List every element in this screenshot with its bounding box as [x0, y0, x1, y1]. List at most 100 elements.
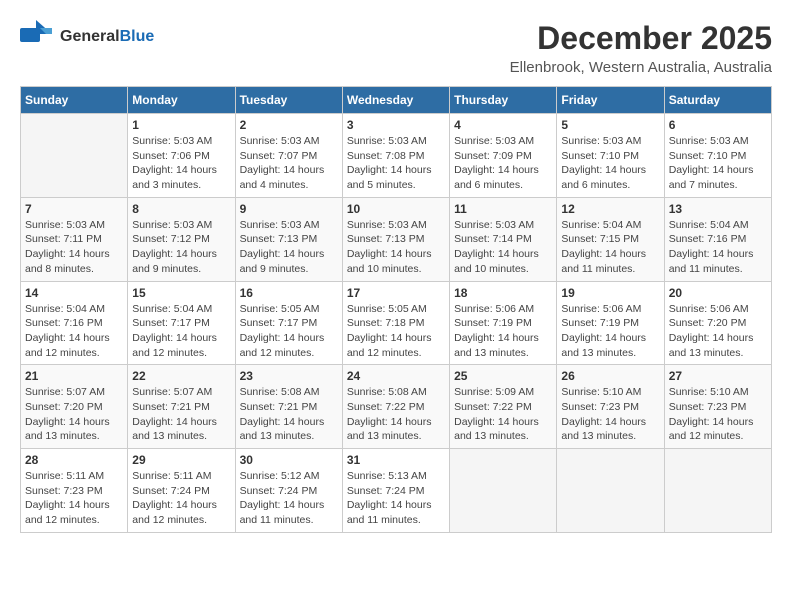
day-number: 11: [454, 202, 552, 216]
day-info: Sunrise: 5:04 AMSunset: 7:17 PMDaylight:…: [132, 303, 217, 359]
calendar-cell: 11 Sunrise: 5:03 AMSunset: 7:14 PMDayligh…: [450, 197, 557, 281]
day-number: 15: [132, 286, 230, 300]
day-number: 20: [669, 286, 767, 300]
day-number: 14: [25, 286, 123, 300]
day-number: 27: [669, 369, 767, 383]
calendar-cell: 31 Sunrise: 5:13 AMSunset: 7:24 PMDayligh…: [342, 449, 449, 533]
day-number: 10: [347, 202, 445, 216]
day-number: 2: [240, 118, 338, 132]
day-number: 5: [561, 118, 659, 132]
calendar-cell: 27 Sunrise: 5:10 AMSunset: 7:23 PMDayligh…: [664, 365, 771, 449]
header-cell-tuesday: Tuesday: [235, 87, 342, 114]
day-info: Sunrise: 5:11 AMSunset: 7:23 PMDaylight:…: [25, 470, 110, 526]
calendar-cell: [664, 449, 771, 533]
day-info: Sunrise: 5:06 AMSunset: 7:20 PMDaylight:…: [669, 303, 754, 359]
day-info: Sunrise: 5:03 AMSunset: 7:07 PMDaylight:…: [240, 135, 325, 191]
day-number: 25: [454, 369, 552, 383]
calendar-cell: 3Sunrise: 5:03 AMSunset: 7:08 PMDaylight…: [342, 114, 449, 198]
calendar-cell: 28 Sunrise: 5:11 AMSunset: 7:23 PMDayligh…: [21, 449, 128, 533]
calendar-cell: 10 Sunrise: 5:03 AMSunset: 7:13 PMDayligh…: [342, 197, 449, 281]
header-row: SundayMondayTuesdayWednesdayThursdayFrid…: [21, 87, 772, 114]
day-number: 26: [561, 369, 659, 383]
day-info: Sunrise: 5:03 AMSunset: 7:10 PMDaylight:…: [669, 135, 754, 191]
calendar-cell: 20 Sunrise: 5:06 AMSunset: 7:20 PMDayligh…: [664, 281, 771, 365]
day-info: Sunrise: 5:03 AMSunset: 7:14 PMDaylight:…: [454, 219, 539, 275]
calendar-cell: 7Sunrise: 5:03 AMSunset: 7:11 PMDaylight…: [21, 197, 128, 281]
day-info: Sunrise: 5:10 AMSunset: 7:23 PMDaylight:…: [669, 386, 754, 442]
day-number: 12: [561, 202, 659, 216]
calendar-header: SundayMondayTuesdayWednesdayThursdayFrid…: [21, 87, 772, 114]
day-info: Sunrise: 5:11 AMSunset: 7:24 PMDaylight:…: [132, 470, 217, 526]
day-number: 18: [454, 286, 552, 300]
calendar-cell: 8 Sunrise: 5:03 AMSunset: 7:12 PMDaylight…: [128, 197, 235, 281]
day-number: 31: [347, 453, 445, 467]
calendar-cell: 24 Sunrise: 5:08 AMSunset: 7:22 PMDayligh…: [342, 365, 449, 449]
calendar-cell: 21 Sunrise: 5:07 AMSunset: 7:20 PMDayligh…: [21, 365, 128, 449]
day-number: 8: [132, 202, 230, 216]
day-info: Sunrise: 5:05 AMSunset: 7:17 PMDaylight:…: [240, 303, 325, 359]
logo-icon: [20, 20, 52, 48]
day-info: Sunrise: 5:13 AMSunset: 7:24 PMDaylight:…: [347, 470, 432, 526]
day-info: Sunrise: 5:04 AMSunset: 7:16 PMDaylight:…: [669, 219, 754, 275]
calendar-cell: 29 Sunrise: 5:11 AMSunset: 7:24 PMDayligh…: [128, 449, 235, 533]
calendar-cell: 25 Sunrise: 5:09 AMSunset: 7:22 PMDayligh…: [450, 365, 557, 449]
calendar-cell: 22 Sunrise: 5:07 AMSunset: 7:21 PMDayligh…: [128, 365, 235, 449]
day-info: Sunrise: 5:07 AMSunset: 7:20 PMDaylight:…: [25, 386, 110, 442]
calendar-cell: 15 Sunrise: 5:04 AMSunset: 7:17 PMDayligh…: [128, 281, 235, 365]
calendar-body: 1Sunrise: 5:03 AMSunset: 7:06 PMDaylight…: [21, 114, 772, 533]
day-number: 28: [25, 453, 123, 467]
header-cell-thursday: Thursday: [450, 87, 557, 114]
calendar-cell: 5 Sunrise: 5:03 AMSunset: 7:10 PMDaylight…: [557, 114, 664, 198]
day-number: 21: [25, 369, 123, 383]
calendar-week-1: 1Sunrise: 5:03 AMSunset: 7:06 PMDaylight…: [21, 114, 772, 198]
calendar-cell: 2 Sunrise: 5:03 AMSunset: 7:07 PMDaylight…: [235, 114, 342, 198]
calendar-week-3: 14Sunrise: 5:04 AMSunset: 7:16 PMDayligh…: [21, 281, 772, 365]
day-info: Sunrise: 5:09 AMSunset: 7:22 PMDaylight:…: [454, 386, 539, 442]
day-number: 22: [132, 369, 230, 383]
logo: GeneralBlue: [20, 20, 154, 53]
calendar-cell: 16Sunrise: 5:05 AMSunset: 7:17 PMDayligh…: [235, 281, 342, 365]
day-number: 9: [240, 202, 338, 216]
calendar-cell: 9 Sunrise: 5:03 AMSunset: 7:13 PMDaylight…: [235, 197, 342, 281]
calendar-cell: 1Sunrise: 5:03 AMSunset: 7:06 PMDaylight…: [128, 114, 235, 198]
day-number: 3: [347, 118, 445, 132]
calendar-cell: 26Sunrise: 5:10 AMSunset: 7:23 PMDayligh…: [557, 365, 664, 449]
calendar-cell: 17 Sunrise: 5:05 AMSunset: 7:18 PMDayligh…: [342, 281, 449, 365]
day-info: Sunrise: 5:05 AMSunset: 7:18 PMDaylight:…: [347, 303, 432, 359]
day-info: Sunrise: 5:03 AMSunset: 7:10 PMDaylight:…: [561, 135, 646, 191]
day-info: Sunrise: 5:08 AMSunset: 7:21 PMDaylight:…: [240, 386, 325, 442]
calendar-cell: [21, 114, 128, 198]
calendar-week-2: 7Sunrise: 5:03 AMSunset: 7:11 PMDaylight…: [21, 197, 772, 281]
day-info: Sunrise: 5:08 AMSunset: 7:22 PMDaylight:…: [347, 386, 432, 442]
calendar-cell: 30Sunrise: 5:12 AMSunset: 7:24 PMDayligh…: [235, 449, 342, 533]
day-info: Sunrise: 5:06 AMSunset: 7:19 PMDaylight:…: [454, 303, 539, 359]
logo-blue-text: Blue: [120, 28, 155, 45]
logo-general-text: General: [60, 28, 120, 45]
day-info: Sunrise: 5:06 AMSunset: 7:19 PMDaylight:…: [561, 303, 646, 359]
calendar-cell: 12 Sunrise: 5:04 AMSunset: 7:15 PMDayligh…: [557, 197, 664, 281]
calendar-cell: 19 Sunrise: 5:06 AMSunset: 7:19 PMDayligh…: [557, 281, 664, 365]
calendar-cell: [450, 449, 557, 533]
header-cell-monday: Monday: [128, 87, 235, 114]
day-number: 7: [25, 202, 123, 216]
day-number: 6: [669, 118, 767, 132]
day-info: Sunrise: 5:04 AMSunset: 7:15 PMDaylight:…: [561, 219, 646, 275]
calendar-table: SundayMondayTuesdayWednesdayThursdayFrid…: [20, 86, 772, 533]
day-number: 24: [347, 369, 445, 383]
day-info: Sunrise: 5:03 AMSunset: 7:12 PMDaylight:…: [132, 219, 217, 275]
day-number: 17: [347, 286, 445, 300]
header-cell-sunday: Sunday: [21, 87, 128, 114]
title-block: December 2025 Ellenbrook, Western Austra…: [510, 20, 772, 76]
day-info: Sunrise: 5:03 AMSunset: 7:13 PMDaylight:…: [347, 219, 432, 275]
calendar-cell: 18 Sunrise: 5:06 AMSunset: 7:19 PMDayligh…: [450, 281, 557, 365]
header-cell-wednesday: Wednesday: [342, 87, 449, 114]
day-info: Sunrise: 5:03 AMSunset: 7:13 PMDaylight:…: [240, 219, 325, 275]
day-info: Sunrise: 5:03 AMSunset: 7:06 PMDaylight:…: [132, 135, 217, 191]
day-number: 29: [132, 453, 230, 467]
day-info: Sunrise: 5:07 AMSunset: 7:21 PMDaylight:…: [132, 386, 217, 442]
calendar-cell: 23Sunrise: 5:08 AMSunset: 7:21 PMDayligh…: [235, 365, 342, 449]
calendar-week-4: 21 Sunrise: 5:07 AMSunset: 7:20 PMDayligh…: [21, 365, 772, 449]
day-number: 19: [561, 286, 659, 300]
calendar-cell: 13Sunrise: 5:04 AMSunset: 7:16 PMDayligh…: [664, 197, 771, 281]
page-header: GeneralBlue December 2025 Ellenbrook, We…: [20, 20, 772, 76]
